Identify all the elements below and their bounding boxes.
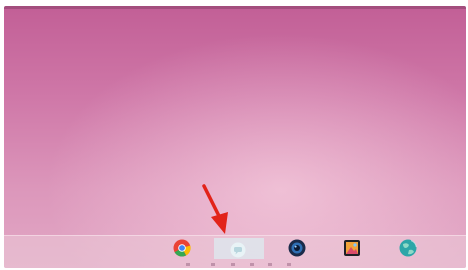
globe-app-icon[interactable] <box>399 239 417 257</box>
messages-app-icon[interactable] <box>230 242 246 258</box>
screen-frame <box>4 6 466 268</box>
camera-icon-graphic <box>288 239 306 257</box>
camera-app-icon[interactable] <box>288 239 306 257</box>
messages-icon-graphic <box>230 242 246 258</box>
dock-indicator <box>287 263 291 266</box>
status-bar <box>4 6 466 9</box>
annotation-arrow <box>202 184 228 234</box>
dock-indicator <box>231 263 235 266</box>
desktop-wallpaper <box>4 6 466 268</box>
dock-indicator <box>268 263 272 266</box>
chrome-icon[interactable] <box>173 239 191 257</box>
dock-indicator <box>250 263 254 266</box>
dock-indicator <box>186 263 190 266</box>
gallery-app-icon[interactable] <box>343 239 361 257</box>
chrome-icon-graphic <box>173 239 191 257</box>
dock-indicator <box>211 263 215 266</box>
gallery-icon-graphic <box>344 240 360 256</box>
globe-icon-graphic <box>399 239 417 257</box>
